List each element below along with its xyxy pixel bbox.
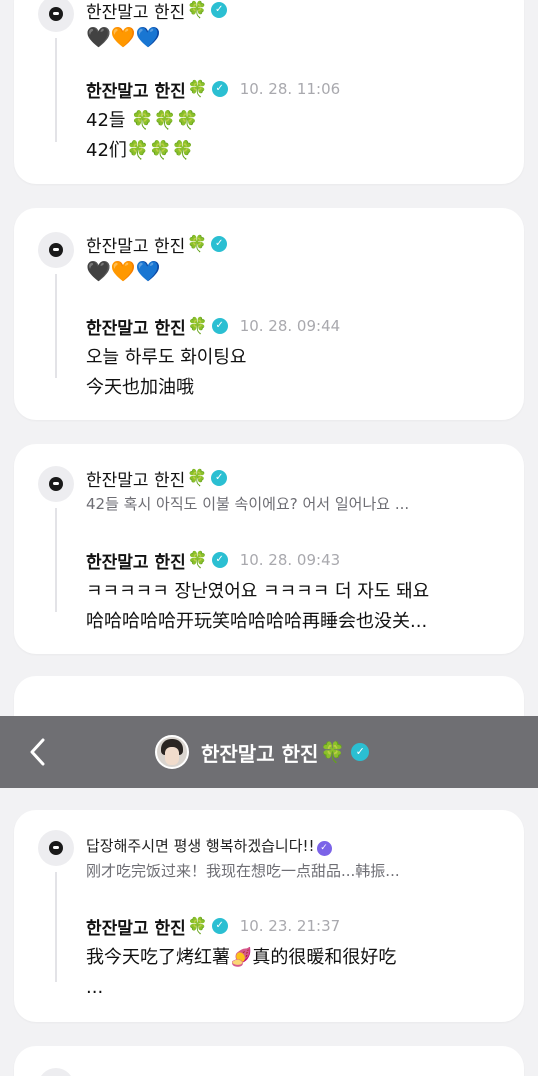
original-text: 🖤🧡💙 [86, 25, 161, 49]
profile-avatar[interactable] [155, 735, 189, 769]
verified-badge-icon: ✓ [211, 2, 228, 18]
reply-line: 오늘 하루도 화이팅요 [86, 347, 247, 368]
four-leaf-clover-icon: 🍀 [187, 0, 208, 19]
reply-line: 42들 🍀🍀🍀 [86, 110, 199, 131]
four-leaf-clover-icon: 🍀 [187, 550, 208, 569]
original-author-name: 한잔말고 한진 [86, 2, 186, 23]
avatar-icon [49, 7, 63, 21]
reply-timestamp: 10. 23. 21:37 [239, 917, 341, 935]
four-leaf-clover-icon: 🍀 [187, 234, 208, 253]
reply-message: 한잔말고 한진 🍀 ✓ 10. 28. 11:06 42들 🍀🍀🍀 42们🍀🍀🍀 [86, 78, 508, 166]
chevron-left-icon [30, 738, 45, 766]
reply-timestamp: 10. 28. 09:44 [239, 317, 341, 335]
user-avatar[interactable] [38, 830, 74, 866]
original-text: 🖤🧡💙 [86, 259, 161, 283]
reply-timestamp: 10. 28. 09:43 [239, 551, 341, 569]
four-leaf-clover-icon: 🍀 [187, 916, 208, 935]
reply-author-name: 한잔말고 한진 [86, 552, 186, 573]
original-message: 한잔말고 한진 🍀 ✓ 🖤🧡💙 [86, 233, 508, 283]
four-leaf-clover-icon: 🍀 [320, 740, 346, 764]
verified-badge-icon: ✓ [211, 81, 228, 97]
user-avatar[interactable] [38, 0, 74, 32]
user-avatar[interactable] [38, 466, 74, 502]
four-leaf-clover-icon: 🍀 [187, 79, 208, 98]
thread-line [55, 508, 57, 612]
reply-line: 今天也加油哦 [86, 377, 194, 398]
original-author-name: 한잔말고 한진 [86, 470, 186, 491]
avatar-icon [49, 477, 63, 491]
reply-line: 我今天吃了烤红薯🍠真的很暖和很好吃 [86, 947, 397, 968]
avatar-icon [49, 841, 63, 855]
original-subtext: 刚才吃完饭过来！我现在想吃一点甜品...韩振... [86, 862, 400, 880]
verified-badge-icon: ✓ [351, 743, 370, 761]
chat-header: 한잔말고 한진 🍀 ✓ [0, 716, 538, 788]
original-message: 한잔말고 한진 🍀 ✓ 🖤🧡💙 [86, 0, 508, 49]
back-button[interactable] [28, 736, 56, 768]
reply-author-name: 한잔말고 한진 [86, 318, 186, 339]
reply-author-name: 한잔말고 한진 [86, 81, 186, 102]
four-leaf-clover-icon: 🍀 [187, 468, 208, 487]
thread-line [55, 274, 57, 378]
message-card-partial [14, 676, 524, 716]
verified-badge-icon: ✓ [211, 918, 228, 934]
original-message: 한잔말고 한진 🍀 ✓ 42들 혹시 아직도 이불 속이에요? 어서 일어나요 … [86, 467, 508, 514]
reply-author-name: 한잔말고 한진 [86, 918, 186, 939]
reply-timestamp: 10. 28. 11:06 [239, 80, 341, 98]
thread-line [55, 872, 57, 982]
verified-badge-icon: ✓ [211, 470, 228, 486]
reply-message: 한잔말고 한진 🍀 ✓ 10. 23. 21:37 我今天吃了烤红薯🍠真的很暖和… [86, 915, 508, 1003]
user-avatar[interactable] [38, 232, 74, 268]
verified-badge-icon: ✓ [211, 236, 228, 252]
message-card[interactable]: 한잔말고 한진 🍀 ✓ 🖤🧡💙 한잔말고 한진 🍀 ✓ 10. 28. 11:0… [14, 0, 524, 184]
reply-message: 한잔말고 한진 🍀 ✓ 10. 28. 09:44 오늘 하루도 화이팅요 今天… [86, 315, 508, 403]
message-card[interactable]: 답장해주시면 평생 행복하겠습니다!! ✓ 刚才吃完饭过来！我现在想吃一点甜品..… [14, 810, 524, 1022]
reply-line: 42们🍀🍀🍀 [86, 140, 195, 161]
message-card-partial [14, 1046, 524, 1076]
reply-message: 한잔말고 한진 🍀 ✓ 10. 28. 09:43 ㅋㅋㅋㅋㅋ 장난였어요 ㅋㅋ… [86, 549, 508, 637]
verified-badge-icon: ✓ [211, 318, 228, 334]
verified-badge-icon: ✓ [211, 552, 228, 568]
message-card[interactable]: 한잔말고 한진 🍀 ✓ 42들 혹시 아직도 이불 속이에요? 어서 일어나요 … [14, 444, 524, 654]
original-message: 답장해주시면 평생 행복하겠습니다!! ✓ 刚才吃完饭过来！我现在想吃一点甜品..… [86, 831, 508, 881]
header-title: 한잔말고 한진 [201, 741, 319, 766]
reply-line: ... [86, 977, 104, 998]
original-text: 답장해주시면 평생 행복하겠습니다!! ✓ [86, 835, 508, 856]
avatar-icon [49, 243, 63, 257]
thread-line [55, 38, 57, 142]
four-leaf-clover-icon: 🍀 [187, 316, 208, 335]
message-card[interactable]: 한잔말고 한진 🍀 ✓ 🖤🧡💙 한잔말고 한진 🍀 ✓ 10. 28. 09:4… [14, 208, 524, 420]
original-author-name: 한잔말고 한진 [86, 236, 186, 257]
reply-line: 哈哈哈哈哈开玩笑哈哈哈哈再睡会也没关... [86, 611, 428, 632]
reply-line: ㅋㅋㅋㅋㅋ 장난였어요 ㅋㅋㅋㅋ 더 자도 돼요 [86, 581, 430, 602]
user-avatar [38, 1068, 74, 1076]
verified-badge-icon: ✓ [316, 841, 332, 856]
original-text: 42들 혹시 아직도 이불 속이에요? 어서 일어나요 ... [86, 495, 410, 513]
header-profile[interactable]: 한잔말고 한진 🍀 ✓ [155, 734, 370, 770]
